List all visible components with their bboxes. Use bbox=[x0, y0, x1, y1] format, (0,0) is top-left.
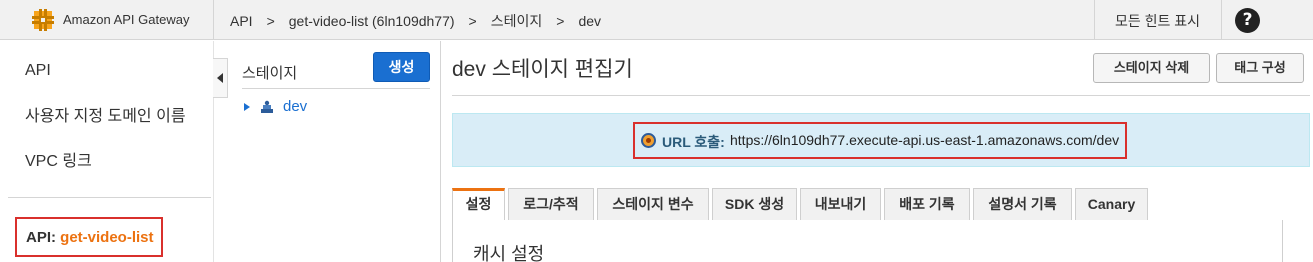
breadcrumb: API > get-video-list (6ln109dh77) > 스테이지 > dev bbox=[230, 11, 601, 31]
tab-settings[interactable]: 설정 bbox=[452, 188, 505, 221]
stages-panel: 스테이지 생성 dev bbox=[228, 41, 441, 262]
breadcrumb-separator: > bbox=[266, 13, 275, 29]
breadcrumb-api-name[interactable]: get-video-list (6ln109dh77) bbox=[289, 13, 455, 29]
tab-stage-variables[interactable]: 스테이지 변수 bbox=[597, 188, 709, 220]
invoke-url-label: URL 호출: bbox=[662, 134, 725, 150]
breadcrumb-api[interactable]: API bbox=[230, 13, 253, 29]
sidebar-item-vpc-links[interactable]: VPC 링크 bbox=[25, 147, 92, 171]
chevron-left-icon bbox=[217, 73, 223, 83]
help-icon[interactable]: ? bbox=[1235, 8, 1260, 33]
status-dot-icon bbox=[641, 133, 656, 148]
show-all-hints-label: 모든 힌트 표시 bbox=[1115, 13, 1201, 29]
stage-icon bbox=[261, 100, 273, 113]
tab-documentation-history[interactable]: 설명서 기록 bbox=[973, 188, 1072, 220]
collapse-sidebar-button[interactable] bbox=[213, 58, 228, 98]
tab-canary[interactable]: Canary bbox=[1075, 188, 1148, 220]
service-brand[interactable]: Amazon API Gateway bbox=[0, 0, 214, 40]
show-all-hints-button[interactable]: 모든 힌트 표시 bbox=[1094, 0, 1222, 40]
current-api-prefix: API: bbox=[26, 229, 56, 246]
stages-title: 스테이지 bbox=[242, 65, 298, 82]
sidebar-divider bbox=[8, 197, 211, 198]
current-api-name[interactable]: get-video-list bbox=[60, 229, 153, 246]
settings-tab-panel: 캐시 설정 bbox=[452, 220, 1283, 262]
left-sidebar: API 사용자 지정 도메인 이름 VPC 링크 API: get-video-… bbox=[0, 41, 213, 262]
sidebar-item-custom-domain-names[interactable]: 사용자 지정 도메인 이름 bbox=[25, 102, 186, 126]
invoke-url-highlight: URL 호출: https://6ln109dh77.execute-api.u… bbox=[633, 122, 1127, 159]
invoke-url-link[interactable]: https://6ln109dh77.execute-api.us-east-1… bbox=[730, 132, 1119, 148]
tab-deployment-history[interactable]: 배포 기록 bbox=[884, 188, 970, 220]
expand-triangle-icon[interactable] bbox=[244, 103, 250, 111]
sidebar-item-api[interactable]: API bbox=[25, 62, 51, 80]
configure-tags-button[interactable]: 태그 구성 bbox=[1216, 53, 1304, 83]
cache-settings-heading: 캐시 설정 bbox=[473, 244, 545, 262]
brand-name: Amazon API Gateway bbox=[63, 12, 190, 27]
current-api-label[interactable]: API: get-video-list bbox=[26, 229, 154, 246]
current-api-highlight: API: get-video-list bbox=[15, 217, 163, 257]
delete-stage-button[interactable]: 스테이지 삭제 bbox=[1093, 53, 1210, 83]
breadcrumb-stages[interactable]: 스테이지 bbox=[491, 11, 543, 31]
tab-sdk-generation[interactable]: SDK 생성 bbox=[712, 188, 797, 220]
api-gateway-logo-icon bbox=[32, 9, 54, 31]
tab-logs-tracing[interactable]: 로그/추적 bbox=[508, 188, 594, 220]
page-title: dev 스테이지 편집기 bbox=[452, 58, 633, 81]
title-divider bbox=[452, 95, 1310, 96]
breadcrumb-separator: > bbox=[468, 13, 477, 29]
breadcrumb-separator: > bbox=[556, 13, 565, 29]
stage-name[interactable]: dev bbox=[283, 98, 307, 115]
tab-export[interactable]: 내보내기 bbox=[800, 188, 881, 220]
create-stage-button[interactable]: 생성 bbox=[373, 52, 430, 82]
stages-divider bbox=[242, 88, 430, 89]
breadcrumb-stage-dev[interactable]: dev bbox=[578, 13, 601, 29]
top-navigation-bar: Amazon API Gateway API > get-video-list (6… bbox=[0, 0, 1313, 40]
